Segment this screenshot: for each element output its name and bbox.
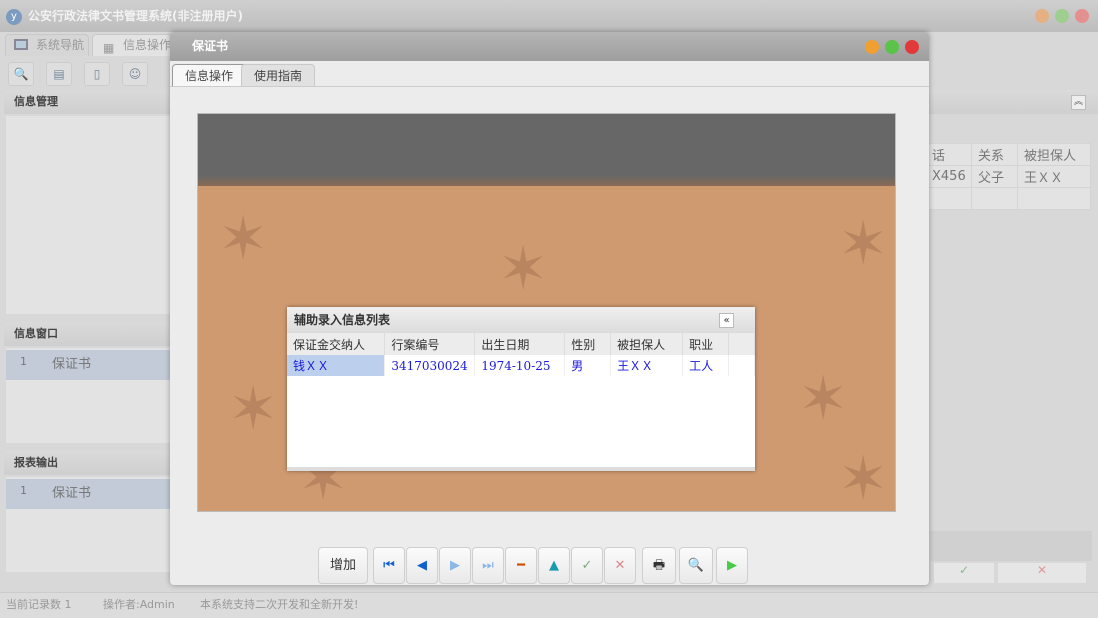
collapse-up-icon[interactable]: ︽ [1071, 95, 1086, 110]
run-icon[interactable]: ▶ [716, 547, 748, 584]
list-item[interactable]: 1 保证书 [6, 479, 170, 509]
guarantee-modal: 保证书 信息操作 使用指南 ✶ ✶ ✶ ✶ ✶ ✶ ✶ 辅助录入信息列表 « 保证金交纳人… [170, 32, 929, 585]
modal-tab-info-operation[interactable]: 信息操作 [172, 64, 247, 87]
tab-system-nav[interactable]: 系统导航 [5, 34, 89, 56]
modal-maximize-button[interactable] [885, 40, 899, 54]
table-row[interactable]: 钱ＸＸ 3417030024 1974-10-25 男 王ＸＸ 工人 [287, 355, 755, 376]
modal-title: 保证书 [170, 32, 929, 61]
info-manage-body [6, 116, 170, 314]
dialog-title: 辅助录入信息列表 [287, 307, 755, 333]
confirm-button[interactable]: ✓ [934, 563, 994, 583]
info-window-header: 信息窗口 [4, 322, 170, 346]
modal-tab-guide[interactable]: 使用指南 [241, 64, 316, 87]
print-preview-icon[interactable]: 🔍 [679, 547, 713, 584]
tab-info-operation[interactable]: 信息操作 ▦ [92, 34, 182, 56]
add-button[interactable]: 增加 [318, 547, 368, 584]
search-icon[interactable]: 🔍 [8, 62, 34, 86]
cancel-x-icon[interactable]: ✕ [604, 547, 636, 584]
grid-icon: ▦ [103, 41, 115, 55]
right-grid: 话关系 被担保人 X456 父子 王ＸＸ [925, 143, 1091, 210]
delete-icon[interactable]: ━ [505, 547, 537, 584]
print-icon[interactable]: 🖶 [642, 547, 676, 584]
minimize-button[interactable] [1035, 9, 1049, 23]
app-logo: y [6, 9, 22, 25]
first-record-icon[interactable]: ⏮ [373, 547, 405, 584]
app-title-bar: 公安行政法律文书管理系统(非注册用户) [0, 0, 1098, 32]
maximize-button[interactable] [1055, 9, 1069, 23]
save-check-icon[interactable]: ✓ [571, 547, 603, 584]
last-record-icon[interactable]: ⏭ [472, 547, 504, 584]
list-item[interactable]: 1 保证书 [6, 350, 170, 380]
collapse-left-icon[interactable]: « [719, 313, 734, 328]
prev-record-icon[interactable]: ◀ [406, 547, 438, 584]
assist-input-dialog: 辅助录入信息列表 « 保证金交纳人 行案编号 出生日期 性别 被担保人 职业 钱… [287, 307, 755, 471]
status-bar: 当前记录数 1 操作者:Admin 本系统支持二次开发和全新开发! [0, 592, 1098, 618]
monitor-icon [14, 39, 28, 50]
modal-minimize-button[interactable] [865, 40, 879, 54]
report-output-header: 报表输出 [4, 451, 170, 475]
next-record-icon[interactable]: ▶ [439, 547, 471, 584]
table-row[interactable]: X456 父子 王ＸＸ [925, 165, 1091, 188]
cancel-button[interactable]: ✕ [998, 563, 1086, 583]
dialog-grid: 保证金交纳人 行案编号 出生日期 性别 被担保人 职业 钱ＸＸ 34170300… [287, 333, 755, 376]
move-up-icon[interactable]: ▲ [538, 547, 570, 584]
close-button[interactable] [1075, 9, 1089, 23]
document-icon[interactable]: ▯ [84, 62, 110, 86]
modal-close-button[interactable] [905, 40, 919, 54]
app-title: 公安行政法律文书管理系统(非注册用户) [28, 9, 243, 23]
user-icon[interactable]: ☺ [122, 62, 148, 86]
list-icon[interactable]: ▤ [46, 62, 72, 86]
